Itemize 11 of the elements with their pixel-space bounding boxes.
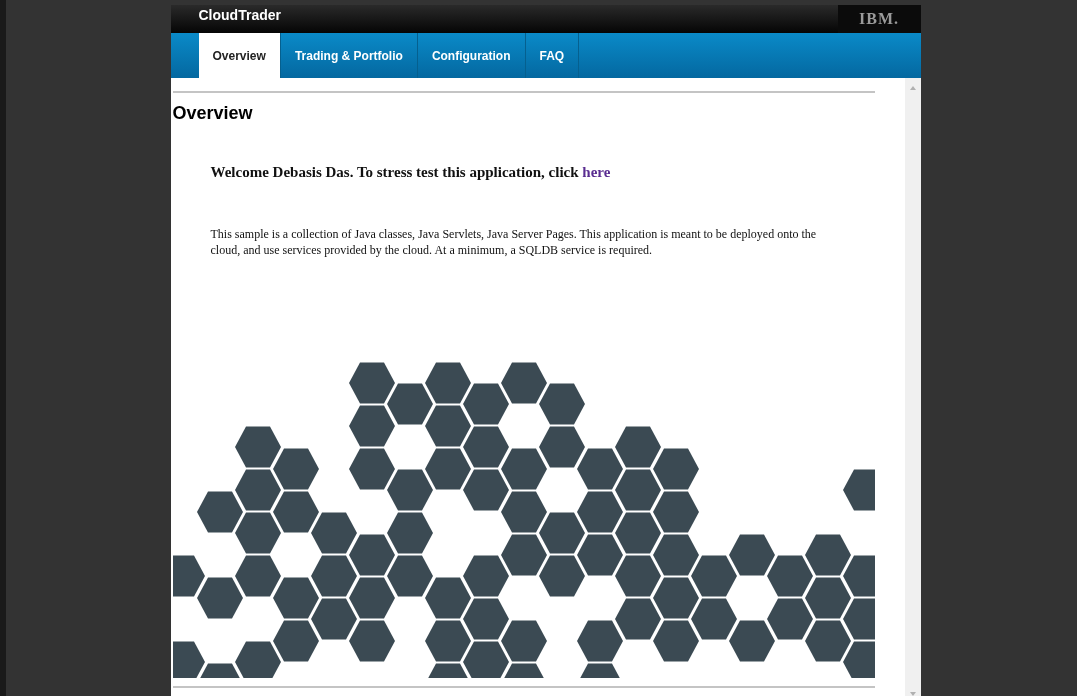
scrollbar[interactable]	[904, 78, 921, 696]
logo: IBM.	[837, 5, 921, 33]
welcome-text: Welcome Debasis Das. To stress test this application, click here	[210, 164, 612, 181]
here-link[interactable]: here	[582, 164, 611, 180]
description-text: This sample is a collection of Java classes, Java Servlets, Java Server Pages. This application is meant to be deployed onto the cloud, and use services provided by the cloud. At a minimum, a SQLDB service is required.	[210, 226, 818, 258]
nav-tab[interactable]: Trading & Portfolio	[280, 33, 418, 78]
nav-tab[interactable]: FAQ	[525, 33, 580, 78]
nav-tab[interactable]: Configuration	[417, 33, 526, 78]
nav-tab[interactable]: Overview	[198, 33, 281, 78]
page-heading: Overview	[172, 103, 254, 124]
app-title: CloudTrader	[198, 7, 281, 23]
